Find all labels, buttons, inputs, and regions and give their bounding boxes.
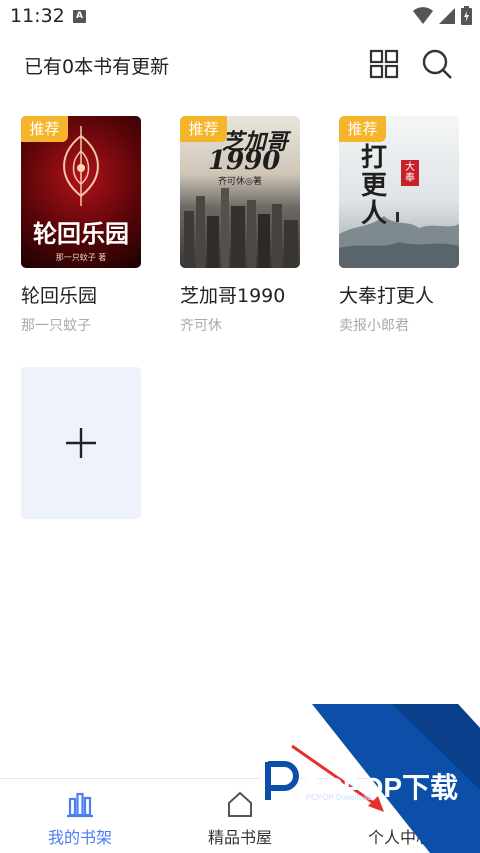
plus-icon (66, 428, 96, 458)
cover-year: 1990 (208, 146, 281, 176)
tab-label: 精品书屋 (207, 828, 272, 847)
search-button[interactable] (419, 46, 455, 82)
book-author: 卖报小郎君 (339, 318, 409, 334)
book-title: 芝加哥1990 (180, 285, 286, 307)
grid-icon (369, 49, 399, 79)
notification-icon: A (73, 10, 86, 23)
recommend-badge: 推荐 (21, 116, 68, 142)
cover-tag: 大奉 (401, 160, 419, 186)
tab-label: 个人中心 (367, 828, 432, 847)
tab-bookshelf[interactable]: 我的书架 (0, 779, 160, 853)
book-cover[interactable]: 轮回乐园 那一只蚊子 著 推荐 (21, 116, 141, 268)
search-icon (422, 49, 452, 79)
book-card[interactable]: 轮回乐园 那一只蚊子 著 推荐 轮回乐园 那一只蚊子 (21, 116, 143, 334)
cover-author: 齐可休◎著 (218, 177, 262, 187)
book-cover[interactable]: 芝加哥 1990 齐可休◎著 推荐 (180, 116, 300, 268)
recommend-badge: 推荐 (180, 116, 227, 142)
book-author: 齐可休 (180, 318, 222, 334)
watermark-subtext: PCPOP Download (306, 793, 372, 802)
status-bar: 11:32 A (0, 0, 480, 34)
book-author: 那一只蚊子 (21, 318, 91, 334)
wifi-icon (413, 6, 433, 24)
book-title: 大奉打更人 (339, 285, 435, 307)
grid-view-button[interactable] (366, 46, 402, 82)
bookshelf-icon (67, 792, 93, 818)
status-time: 11:32 (10, 5, 65, 27)
book-cover[interactable]: 打更人 大奉 推荐 (339, 116, 459, 268)
cover-author: 那一只蚊子 著 (55, 253, 107, 262)
recommend-badge: 推荐 (339, 116, 386, 142)
tab-bookstore[interactable]: 精品书屋 (160, 779, 320, 853)
cell-signal-icon (439, 7, 455, 24)
add-book-button[interactable] (21, 367, 141, 519)
book-card[interactable]: 打更人 大奉 推荐 大奉打更人 卖报小郎君 (339, 116, 461, 334)
cover-title: 打更人 (361, 143, 388, 229)
tab-label: 我的书架 (47, 828, 112, 847)
home-icon (228, 791, 252, 817)
battery-icon (461, 6, 472, 25)
book-title: 轮回乐园 (21, 285, 98, 307)
cover-title: 轮回乐园 (33, 219, 129, 248)
app-screen: 11:32 A 已有0本书有更新 轮回乐园 那一只蚊子 著 推荐 轮回乐园 那一… (0, 0, 480, 853)
book-card[interactable]: 芝加哥 1990 齐可休◎著 推荐 芝加哥1990 齐可休 (180, 116, 302, 334)
page-title: 已有0本书有更新 (24, 56, 170, 78)
